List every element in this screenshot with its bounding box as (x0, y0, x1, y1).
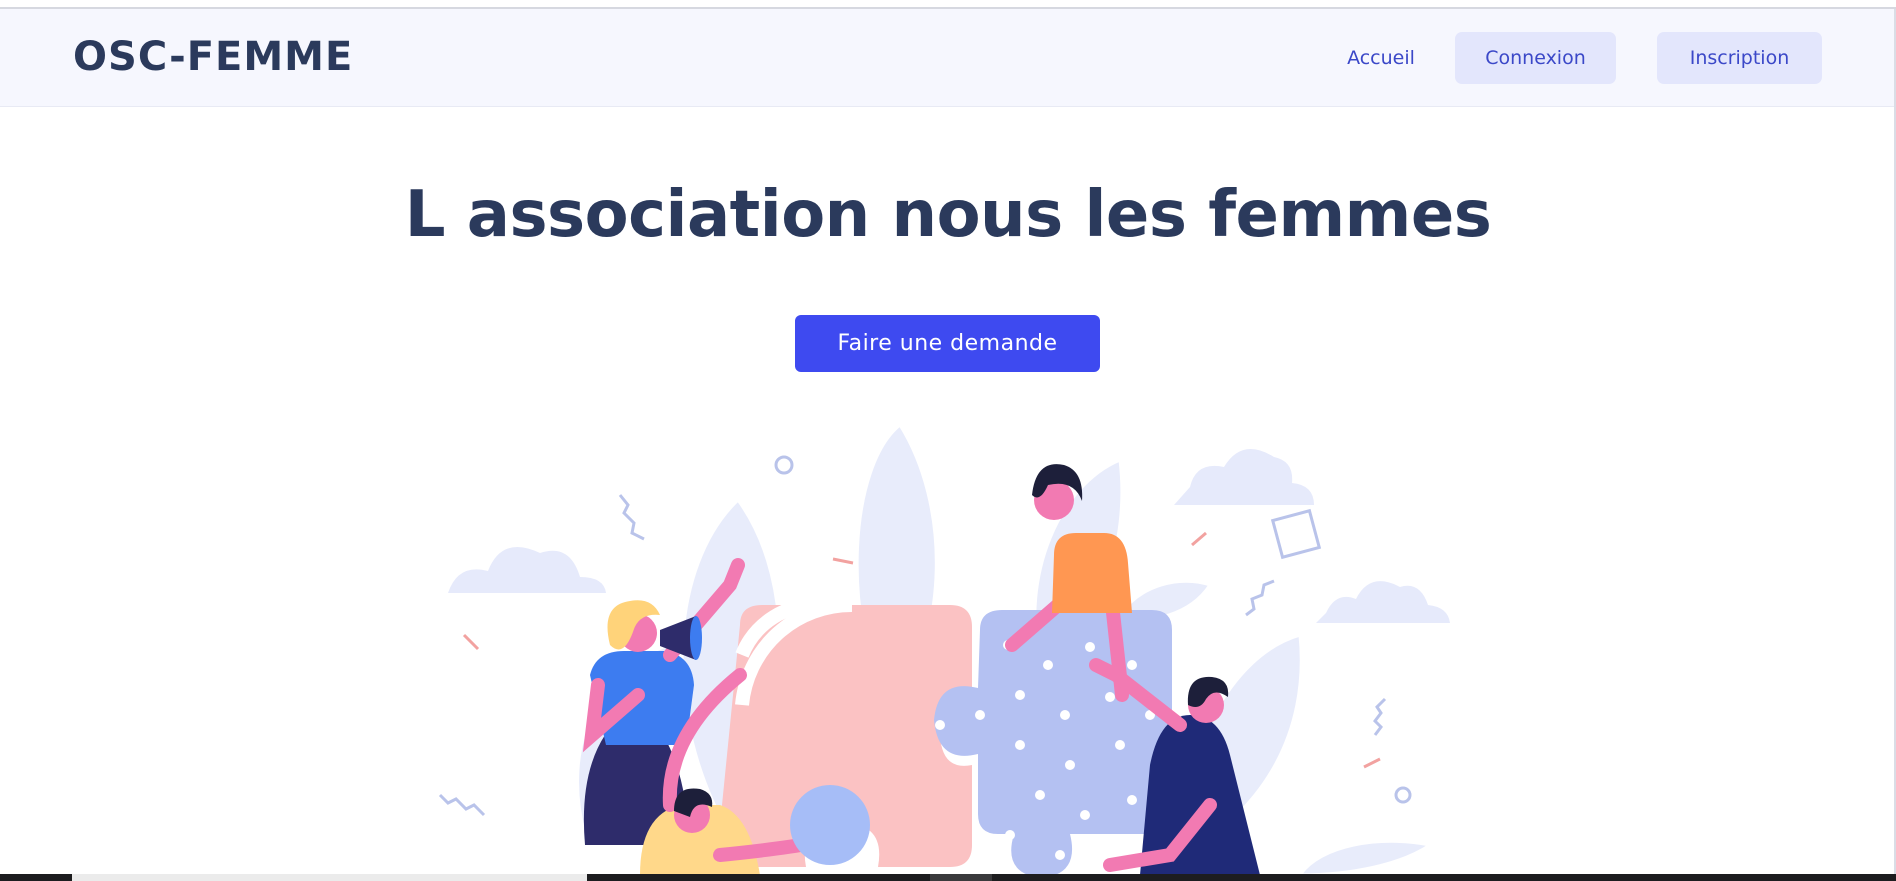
nav-link-accueil[interactable]: Accueil (1335, 32, 1427, 84)
cloud-icon (436, 449, 1450, 623)
nav-button-connexion[interactable]: Connexion (1455, 32, 1616, 84)
faire-une-demande-button[interactable]: Faire une demande (795, 315, 1100, 372)
horizontal-scrollbar-thumb[interactable] (72, 874, 587, 881)
brand-logo[interactable]: OSC-FEMME (73, 34, 353, 80)
hero-title: L association nous les femmes (404, 178, 1492, 252)
nav-button-inscription[interactable]: Inscription (1657, 32, 1822, 84)
team-puzzle-illustration (420, 415, 1480, 875)
browser-top-edge (0, 0, 1896, 9)
taskbar-segment (930, 874, 992, 881)
navbar: OSC-FEMME Accueil Connexion Inscription (0, 9, 1896, 107)
